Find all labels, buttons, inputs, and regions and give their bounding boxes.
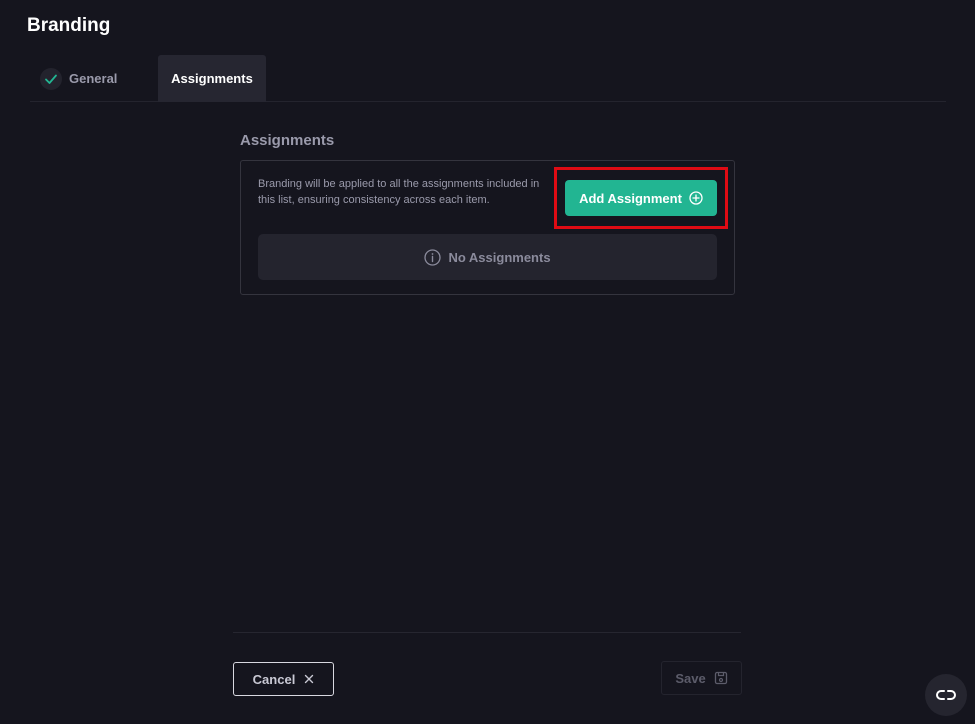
close-icon	[304, 674, 314, 684]
check-icon	[40, 67, 62, 90]
empty-state-text: No Assignments	[448, 249, 551, 265]
tab-general-label: General	[69, 71, 118, 86]
assignments-card: Branding will be applied to all the assi…	[240, 160, 735, 295]
tab-assignments-label: Assignments	[171, 71, 253, 86]
save-icon	[714, 671, 728, 685]
info-icon	[424, 248, 442, 266]
add-assignment-button[interactable]: Add Assignment	[565, 180, 717, 216]
section-title: Assignments	[240, 132, 335, 149]
plus-circle-icon	[689, 191, 703, 205]
empty-state: No Assignments	[258, 234, 717, 280]
save-button[interactable]: Save	[661, 661, 742, 695]
tab-assignments[interactable]: Assignments	[158, 55, 266, 102]
cancel-button[interactable]: Cancel	[233, 662, 334, 696]
add-assignment-label: Add Assignment	[579, 190, 682, 206]
cancel-label: Cancel	[252, 671, 296, 687]
page-title: Branding	[27, 15, 111, 36]
save-label: Save	[675, 670, 706, 686]
footer-divider	[233, 632, 741, 633]
chat-link-icon[interactable]	[925, 674, 967, 716]
tab-bar: General Assignments	[30, 55, 946, 102]
assignments-description: Branding will be applied to all the assi…	[258, 178, 540, 206]
tab-general[interactable]: General	[40, 55, 117, 102]
